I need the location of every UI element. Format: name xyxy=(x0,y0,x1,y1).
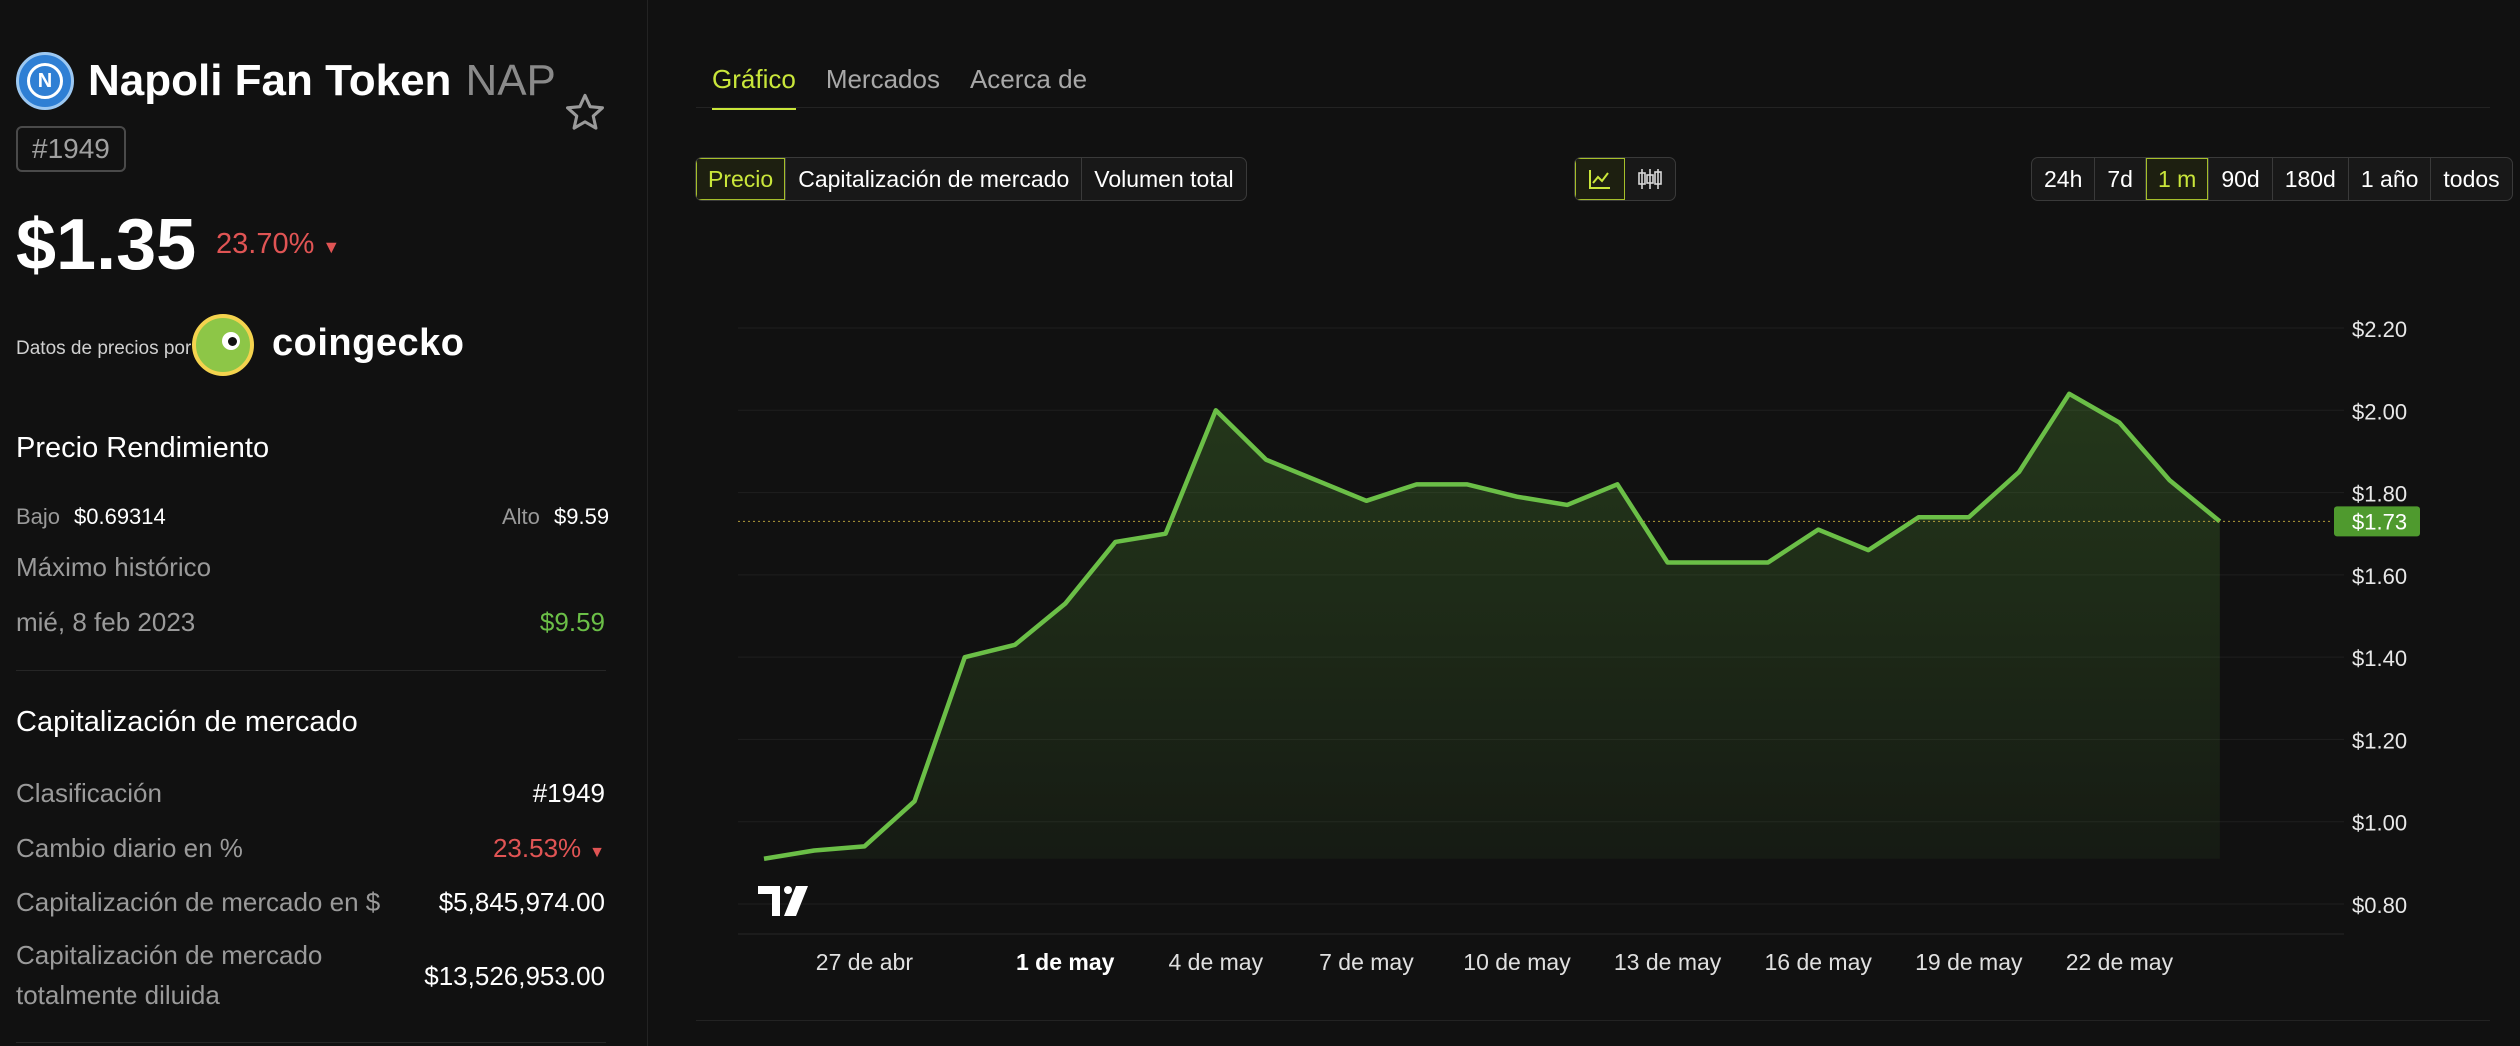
x-tick-label: 27 de abr xyxy=(816,949,914,975)
page-root: N Napoli Fan Token NAP #1949 $1.35 23.70… xyxy=(0,0,2520,1046)
down-arrow-icon: ▼ xyxy=(589,844,605,861)
tradingview-logo-icon xyxy=(784,886,792,894)
x-tick-label: 7 de may xyxy=(1319,949,1414,975)
x-tick-label: 10 de may xyxy=(1463,949,1571,975)
metric-market-cap[interactable]: Capitalización de mercado xyxy=(786,158,1083,200)
tab-chart[interactable]: Gráfico xyxy=(712,64,796,110)
x-tick-label: 19 de may xyxy=(1915,949,2023,975)
divider xyxy=(16,1042,606,1043)
range-1y[interactable]: 1 año xyxy=(2349,158,2432,200)
fdv-label-line2: totalmente diluida xyxy=(16,980,220,1010)
range-180d[interactable]: 180d xyxy=(2273,158,2349,200)
fdv-value: $13,526,953.00 xyxy=(424,961,605,991)
token-header: N Napoli Fan Token NAP xyxy=(16,52,556,110)
low-value: $0.69314 xyxy=(74,504,166,529)
line-chart-button[interactable] xyxy=(1575,158,1625,200)
market-cap-label: Capitalización de mercado en $ xyxy=(16,887,381,917)
y-tick-label: $1.60 xyxy=(2352,564,2407,589)
x-tick-label: 4 de may xyxy=(1168,949,1263,975)
range-all[interactable]: todos xyxy=(2431,158,2511,200)
x-tick-label: 16 de may xyxy=(1764,949,1872,975)
down-arrow-icon: ▼ xyxy=(322,237,341,257)
divider xyxy=(16,670,606,671)
range-90d[interactable]: 90d xyxy=(2209,158,2273,200)
price-change-value: 23.70% xyxy=(216,228,315,260)
range-selector: 24h 7d 1 m 90d 180d 1 año todos xyxy=(2031,157,2513,201)
market-cap-value: $5,845,974.00 xyxy=(438,887,605,917)
tabs-divider xyxy=(696,107,2490,108)
token-symbol: NAP xyxy=(465,56,556,105)
coingecko-pupil-icon xyxy=(228,337,237,346)
candlestick-icon xyxy=(1638,169,1662,189)
token-logo-letter: N xyxy=(27,63,63,99)
y-tick-label: $2.20 xyxy=(2352,317,2407,342)
x-tick-label: 22 de may xyxy=(2066,949,2174,975)
current-price-label: $1.73 xyxy=(2352,509,2407,534)
low-label: Bajo xyxy=(16,504,61,529)
chart-bottom-divider xyxy=(696,1020,2490,1021)
watchlist-star-icon[interactable] xyxy=(562,90,608,136)
range-24h[interactable]: 24h xyxy=(2032,158,2096,200)
candlestick-button[interactable] xyxy=(1625,158,1675,200)
section-tabs: Gráfico Mercados Acerca de xyxy=(712,64,1117,110)
high-value: $9.59 xyxy=(554,504,610,529)
metric-volume[interactable]: Volumen total xyxy=(1082,158,1245,200)
ath-label: Máximo histórico xyxy=(16,552,212,582)
fdv-label-line1: Capitalización de mercado xyxy=(16,940,323,970)
coingecko-logo-icon[interactable] xyxy=(192,314,254,376)
y-tick-label: $2.00 xyxy=(2352,399,2407,424)
coingecko-brand[interactable]: coingecko xyxy=(272,322,464,365)
label-clip-mask xyxy=(696,940,738,980)
metric-selector: Precio Capitalización de mercado Volumen… xyxy=(695,157,1247,201)
y-tick-label: $1.80 xyxy=(2352,482,2407,507)
high-label: Alto xyxy=(502,504,540,529)
price-chart-svg[interactable]: $2.20 $2.00 $1.80 $1.60 $1.40 $1.20 $1.00 $0.80… xyxy=(631,250,2506,1010)
daily-change-label: Cambio diario en % xyxy=(16,833,243,863)
daily-change: 23.53% ▼ xyxy=(493,833,605,864)
tab-markets[interactable]: Mercados xyxy=(826,64,940,110)
price-area xyxy=(764,393,2220,859)
tradingview-logo-icon xyxy=(758,886,780,916)
line-chart-icon xyxy=(1589,170,1610,189)
market-cap-title: Capitalización de mercado xyxy=(16,706,358,738)
range-7d[interactable]: 7d xyxy=(2095,158,2146,200)
current-price: $1.35 xyxy=(16,205,197,285)
ath-value: $9.59 xyxy=(539,607,605,637)
price-chart[interactable]: $2.20 $2.00 $1.80 $1.60 $1.40 $1.20 $1.00 $0.80… xyxy=(631,250,2506,1010)
token-logo: N xyxy=(16,52,74,110)
metric-price[interactable]: Precio xyxy=(696,158,787,200)
price-change: 23.70% ▼ xyxy=(216,228,340,261)
tab-about[interactable]: Acerca de xyxy=(970,64,1087,110)
performance-title: Precio Rendimiento xyxy=(16,432,270,464)
range-1m[interactable]: 1 m xyxy=(2145,158,2210,200)
rank-badge: #1949 xyxy=(16,126,126,172)
token-info-panel: N Napoli Fan Token NAP #1949 $1.35 23.70… xyxy=(0,0,648,1046)
x-tick-label: 13 de may xyxy=(1614,949,1722,975)
daily-change-value: 23.53% xyxy=(492,833,582,863)
y-tick-label: $1.00 xyxy=(2352,811,2407,836)
ath-date: mié, 8 feb 2023 xyxy=(16,607,196,637)
y-tick-label: $1.20 xyxy=(2352,728,2407,753)
rank-label: Clasificación xyxy=(16,778,162,808)
chart-type-selector xyxy=(1574,157,1676,201)
attribution-label: Datos de precios por xyxy=(16,338,192,359)
x-tick-label: 1 de may xyxy=(1016,949,1115,975)
rank-value: #1949 xyxy=(532,778,605,808)
y-tick-label: $0.80 xyxy=(2352,893,2407,918)
token-name: Napoli Fan Token xyxy=(88,56,452,105)
y-tick-label: $1.40 xyxy=(2352,646,2407,671)
